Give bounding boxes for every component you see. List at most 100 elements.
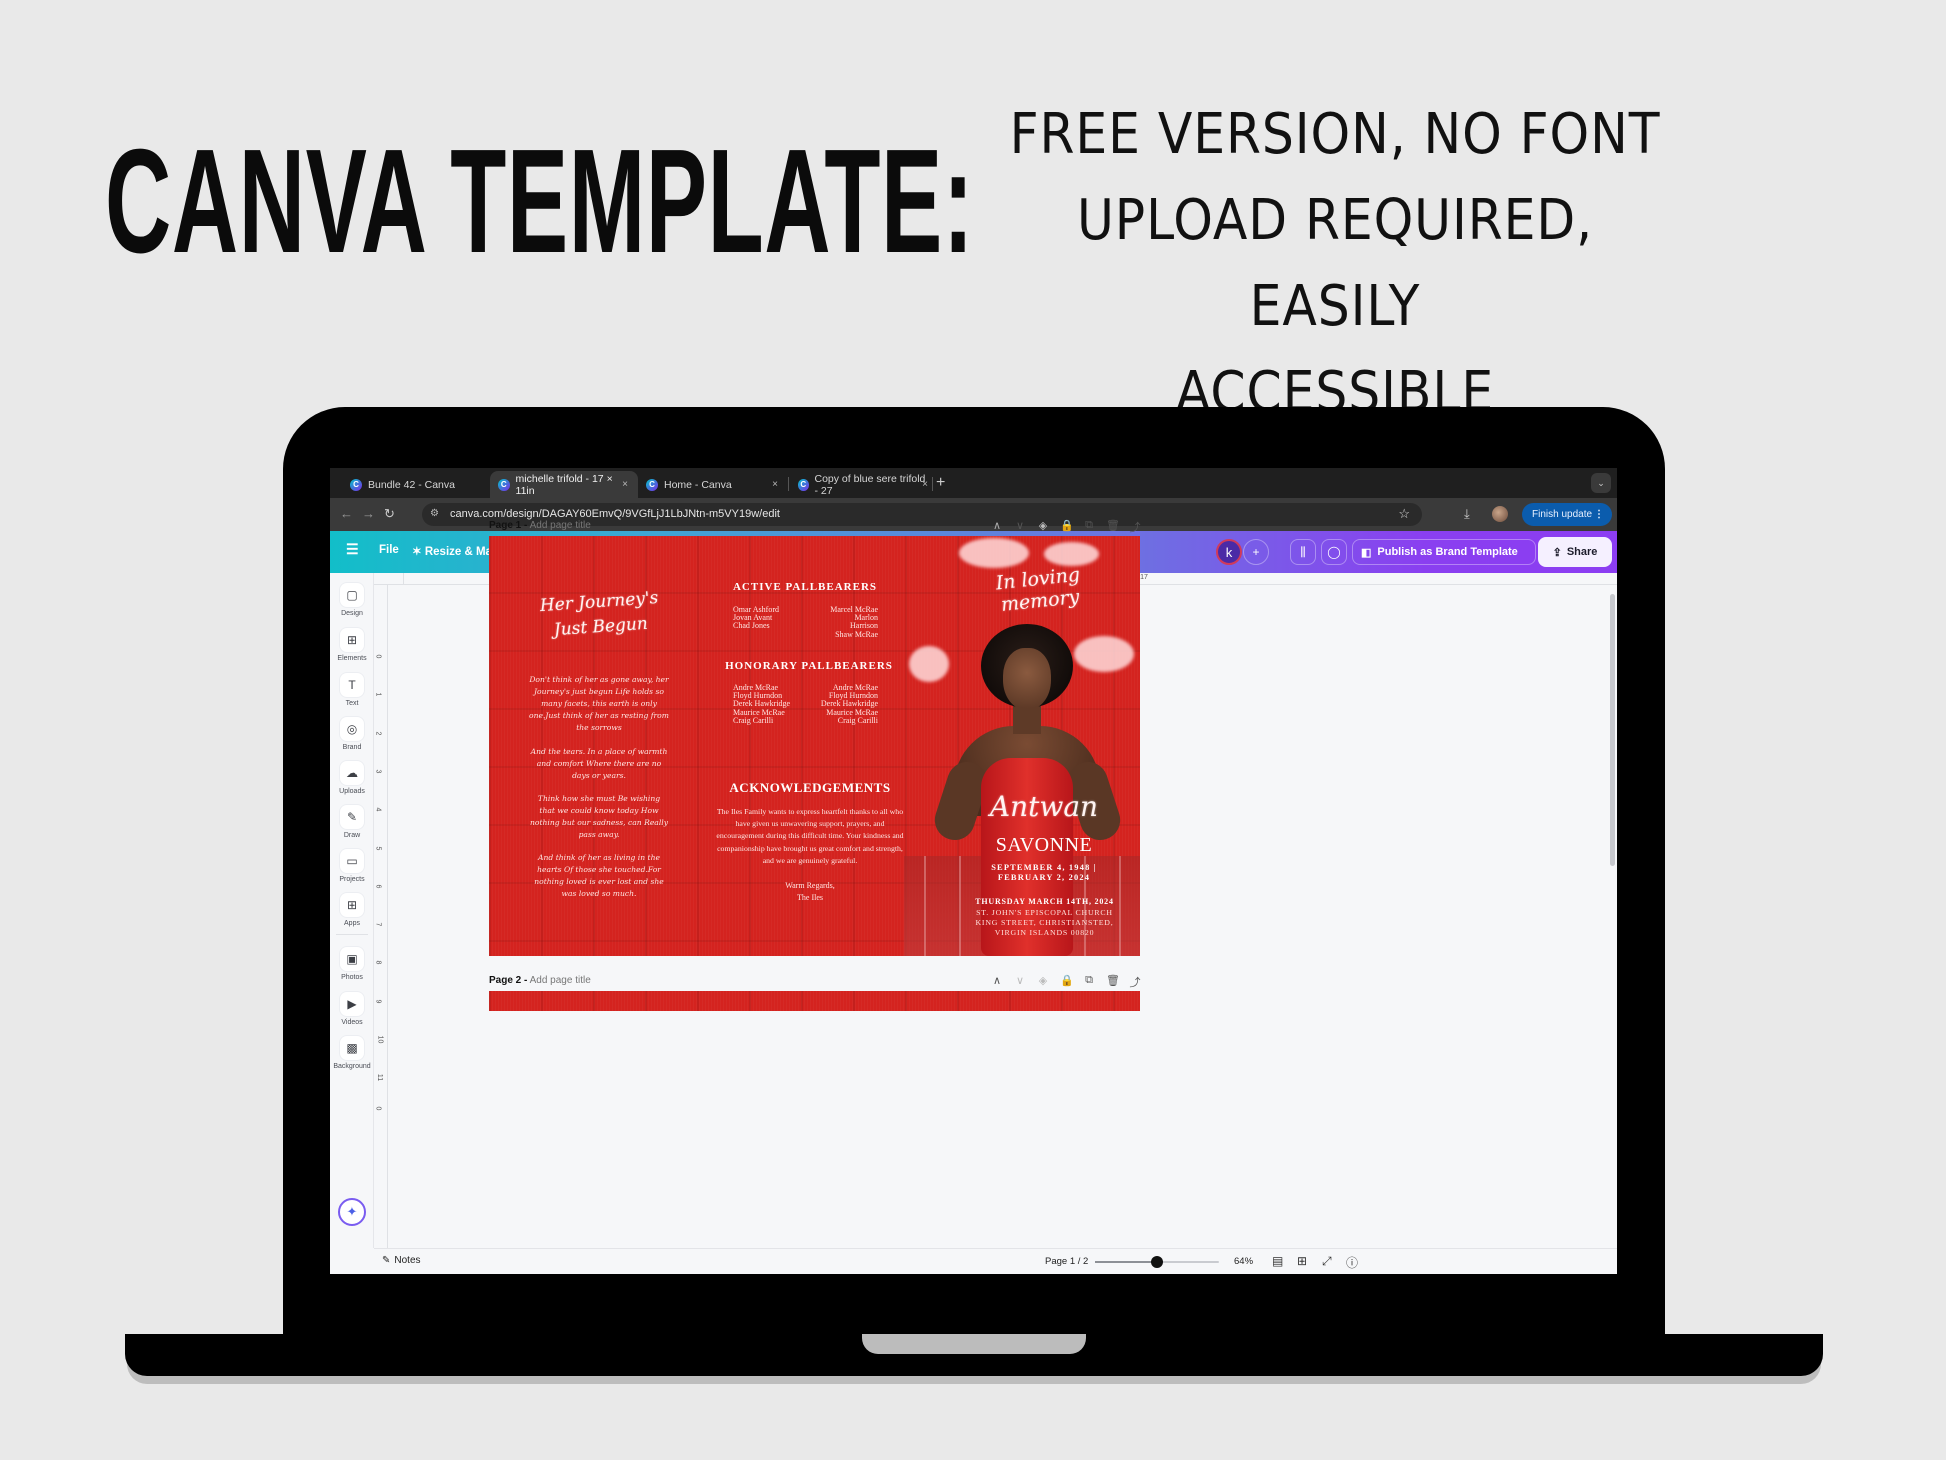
publish-brand-template-button[interactable]: ◧ Publish as Brand Template [1352,539,1536,565]
page-1-title[interactable]: Page 1 - Add page title [489,520,591,531]
active-pallbearers-heading[interactable]: Active Pallbearers [725,581,885,593]
acknowledgements-body[interactable]: The Iles Family wants to express heartfe… [715,806,905,867]
sidebar-item-text[interactable]: T Text [330,673,374,707]
poem-paragraph[interactable]: And the tears. In a place of warmth and … [529,746,669,782]
duplicate-page-icon[interactable]: ⧉ [1083,974,1095,990]
browser-tab-active[interactable]: C michelle trifold - 17 × 11in × [490,471,638,498]
add-page-icon[interactable]: ⤴ [1129,974,1141,990]
move-page-up-icon[interactable]: ∧ [991,519,1003,535]
poem-paragraph[interactable]: Don't think of her as gone away, her Jou… [529,674,669,734]
ruler-vertical[interactable]: 0 1 2 3 4 5 6 7 8 9 10 11 0 [374,585,388,1248]
hide-page-icon[interactable]: ◈ [1037,974,1049,990]
active-pallbearers-right[interactable]: Marcel McRae Marlon Harrison Shaw McRae [809,605,878,639]
back-icon[interactable]: ← [340,506,353,521]
design-page-1[interactable]: Her Journey's Just Begun Don't think of … [489,536,1140,956]
sidebar-item-design[interactable]: ▢ Design [330,583,374,617]
cloud-graphic [1074,636,1134,672]
zoom-percent[interactable]: 64% [1234,1256,1253,1267]
ruler-tick: 4 [374,807,382,812]
forward-icon[interactable]: → [362,506,375,521]
share-button[interactable]: ⇪ Share [1538,537,1612,567]
honorary-pallbearers-left[interactable]: Andre McRae Floyd Hurndon Derek Hawkridg… [733,683,790,725]
lock-page-icon[interactable]: 🔒 [1060,519,1074,535]
add-page-icon[interactable]: ⤴ [1129,519,1141,535]
zoom-slider[interactable] [1095,1256,1219,1268]
reload-icon[interactable]: ↻ [384,506,395,522]
comment-icon[interactable]: ◯ [1321,539,1347,565]
new-tab-button[interactable]: + [936,474,945,492]
sidebar-item-background[interactable]: ▩ Background [330,1036,374,1070]
canva-favicon-icon: C [798,478,809,491]
active-pallbearers-left[interactable]: Omar Ashford Jovan Avant Chad Jones [733,605,779,631]
menu-icon[interactable]: ☰ [346,541,359,558]
close-tab-icon[interactable]: × [622,479,628,490]
signoff-line: Warm Regards, [785,881,835,890]
bookmark-star-icon[interactable]: ☆ [1398,506,1410,522]
date-line: September 4, 1948 | [991,863,1097,872]
sidebar-item-label: Background [333,1063,371,1070]
sidebar-item-videos[interactable]: ▶ Videos [330,992,374,1026]
move-page-up-icon[interactable]: ∧ [991,974,1003,990]
grid-view-icon[interactable]: ⊞ [1297,1254,1307,1268]
acknowledgements-heading[interactable]: ACKNOWLEDGEMENTS [715,780,905,796]
move-page-down-icon[interactable]: ∨ [1014,519,1026,535]
ruler-tick: 0 [374,1106,382,1111]
portrait-face[interactable] [1003,648,1051,710]
acknowledgements-signoff[interactable]: Warm Regards, The Iles [715,880,905,904]
zoom-slider-handle[interactable] [1151,1256,1163,1268]
tab-search-chevron-icon[interactable]: ⌄ [1591,473,1611,493]
download-icon[interactable]: ⤓ [1464,506,1470,522]
first-name-script[interactable]: Antwan [959,790,1129,823]
file-menu[interactable]: File [379,544,399,556]
sidebar-item-uploads[interactable]: ☁ Uploads [330,761,374,795]
script-title[interactable]: Her Journey's Just Begun [523,585,676,645]
last-name[interactable]: SAVONNE [959,834,1129,857]
ruler-tick: 8 [374,960,382,965]
sidebar-item-projects[interactable]: ▭ Projects [330,849,374,883]
in-loving-memory-script[interactable]: In loving memory [957,560,1121,620]
ruler-tick: 5 [374,846,382,850]
honorary-pallbearers-right[interactable]: Andre McRae Floyd Hurndon Derek Hawkridg… [809,683,878,725]
insights-chart-icon[interactable]: ⫼ [1290,539,1316,565]
duplicate-page-icon[interactable]: ⧉ [1083,519,1095,535]
sidebar-item-elements[interactable]: ⊞ Elements [330,628,374,662]
finish-update-button[interactable]: Finish update ⋮ [1522,503,1612,526]
life-dates[interactable]: September 4, 1948 | February 2, 2024 [959,863,1129,883]
fullscreen-icon[interactable]: ⤢ [1322,1254,1332,1269]
service-date[interactable]: Thursday March 14th, 2024 [957,897,1132,906]
page-2-title[interactable]: Page 2 - Add page title [489,975,591,986]
magic-assistant-button[interactable]: ✦ [338,1198,366,1226]
lock-page-icon[interactable]: 🔒 [1060,974,1074,990]
sidebar-item-draw[interactable]: ✎ Draw [330,805,374,839]
help-icon[interactable]: ⓘ [1346,1254,1358,1271]
sidebar-item-photos[interactable]: ▣ Photos [330,947,374,981]
delete-page-icon[interactable]: 🗑 [1106,974,1120,990]
profile-avatar[interactable] [1492,506,1508,522]
honorary-pallbearers-heading[interactable]: Honorary Pallbearers [717,660,901,672]
page-title-placeholder[interactable]: Add page title [530,520,591,531]
delete-page-icon[interactable]: 🗑 [1106,519,1120,535]
user-avatar[interactable]: k [1216,539,1242,565]
page-title-placeholder[interactable]: Add page title [530,975,591,986]
vertical-scrollbar[interactable] [1610,594,1615,866]
add-collaborator-icon[interactable]: + [1243,539,1269,565]
close-tab-icon[interactable]: × [772,479,778,490]
page-view-icon[interactable]: ▤ [1272,1254,1283,1268]
page-count[interactable]: Page 1 / 2 [1045,1256,1088,1267]
poem-paragraph[interactable]: And think of her as living in the hearts… [529,852,669,900]
site-settings-icon[interactable]: ⚙ [430,508,439,519]
design-page-2[interactable] [489,991,1140,1011]
sidebar-item-brand[interactable]: ◎ Brand [330,717,374,751]
poem-paragraph[interactable]: Think how she must Be wishing that we co… [529,793,669,841]
service-venue[interactable]: St. John's Episcopal Church King Street,… [957,908,1132,938]
sidebar-item-apps[interactable]: ⊞ Apps [330,893,374,927]
promo-title: CANVA TEMPLATE: [105,119,975,284]
more-vertical-icon[interactable]: ⋮ [1594,509,1604,520]
publish-label: Publish as Brand Template [1377,546,1518,558]
notes-button[interactable]: ✎ Notes [382,1255,421,1266]
move-page-down-icon[interactable]: ∨ [1014,974,1026,990]
browser-tab[interactable]: C Copy of blue sere trifold - 27 × [790,471,938,498]
hide-page-icon[interactable]: ◈ [1037,519,1049,535]
browser-tab[interactable]: C Home - Canva × [638,471,788,498]
close-tab-icon[interactable]: × [922,479,928,490]
